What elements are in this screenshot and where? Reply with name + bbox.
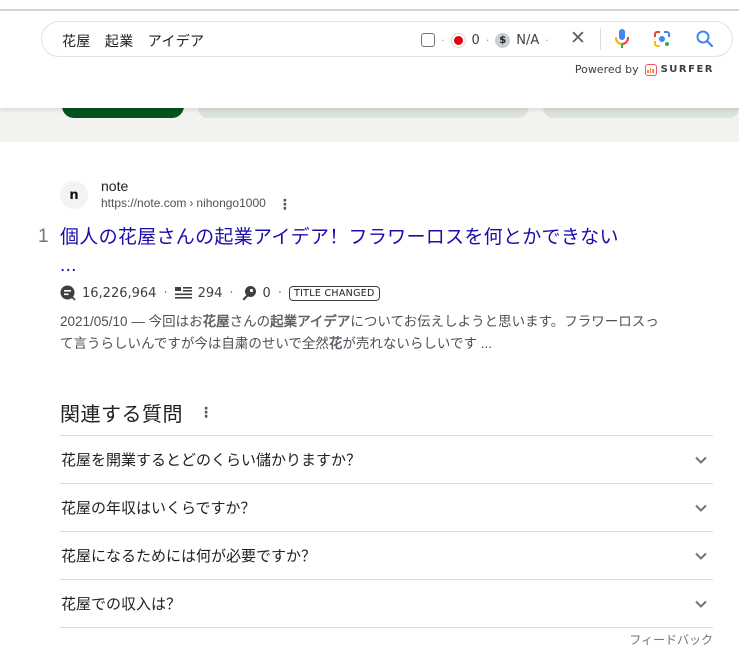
cpc-value: N/A xyxy=(516,32,540,48)
related-questions: 関連する質問 ⋮ 花屋を開業するとどのくらい儲かりますか？ 花屋の年収はいくらで… xyxy=(60,398,713,652)
more-options-icon[interactable]: ⋮ xyxy=(199,404,213,421)
result-source[interactable]: n note https://note.com › nihongo1000 ⋮ xyxy=(60,178,680,212)
breadcrumb-separator: › xyxy=(189,196,194,210)
separator-dot: · xyxy=(441,33,445,47)
snippet-date: 2021/05/10 xyxy=(60,314,128,329)
dollar-icon: $ xyxy=(495,32,511,48)
result-snippet: 2021/05/10 — 今回はお花屋さんの起業アイデアについてお伝えしようと思… xyxy=(60,311,670,355)
search-icon[interactable] xyxy=(695,29,715,49)
record-count: 0 xyxy=(471,32,480,48)
filter-chip-bar xyxy=(0,102,739,142)
divider xyxy=(600,28,601,50)
chevron-down-icon xyxy=(695,600,707,608)
powered-by-surfer[interactable]: Powered by SURFER xyxy=(575,63,714,76)
result-rank: 1 xyxy=(38,226,49,247)
traffic-value: 16,226,964 xyxy=(82,285,157,301)
checkbox-icon[interactable] xyxy=(421,33,435,47)
lens-icon[interactable] xyxy=(652,29,672,49)
record-icon xyxy=(450,32,466,48)
question-text: 花屋の年収はいくらですか？ xyxy=(61,500,256,517)
word-count-value: 294 xyxy=(197,285,223,301)
chevron-down-icon xyxy=(695,456,707,464)
surfer-brand: SURFER xyxy=(660,64,714,75)
question-item[interactable]: 花屋での収入は？ xyxy=(60,580,713,628)
site-favicon: n xyxy=(60,181,88,209)
snippet-dash: — xyxy=(127,314,149,329)
snippet-text: 今回はお花屋さんの起業アイデアについてお伝えしようと思います。フラワーロスって言… xyxy=(60,314,659,351)
chevron-down-icon xyxy=(695,552,707,560)
question-item[interactable]: 花屋を開業するとどのくらい儲かりますか？ xyxy=(60,436,713,484)
chevron-down-icon xyxy=(695,504,707,512)
site-name: note xyxy=(101,178,129,194)
traffic-icon xyxy=(60,285,76,301)
site-url: https://note.com › nihongo1000 ⋮ xyxy=(101,195,292,212)
result-title-line1: 個人の花屋さんの起業アイデア！フラワーロスを何とかできない xyxy=(60,227,619,248)
search-result: n note https://note.com › nihongo1000 ⋮ … xyxy=(38,178,680,351)
question-text: 花屋になるためには何が必要ですか？ xyxy=(61,548,317,565)
url-host: https://note.com xyxy=(101,196,187,210)
word-count-icon xyxy=(174,287,192,299)
question-text: 花屋を開業するとどのくらい儲かりますか？ xyxy=(61,452,362,469)
question-text: 花屋での収入は？ xyxy=(61,596,182,613)
result-title-link[interactable]: 個人の花屋さんの起業アイデア！フラワーロスを何とかできない ... xyxy=(60,224,660,280)
url-path: nihongo1000 xyxy=(196,196,266,210)
surfer-logo-icon xyxy=(644,63,657,76)
keyword-value: 0 xyxy=(262,285,271,301)
question-item[interactable]: 花屋になるためには何が必要ですか？ xyxy=(60,532,713,580)
result-title-line2: ... xyxy=(60,255,77,276)
close-icon[interactable]: ✕ xyxy=(570,28,586,48)
powered-by-label: Powered by xyxy=(574,63,639,76)
title-changed-badge: TITLE CHANGED xyxy=(288,285,380,301)
search-input[interactable]: 花屋 起業 アイデア xyxy=(62,31,204,51)
related-questions-title: 関連する質問 xyxy=(60,403,183,426)
surfer-extension-bar: · 0 · $ N/A · xyxy=(421,30,555,50)
separator-dot: · xyxy=(229,285,234,301)
separator-dot: · xyxy=(545,33,549,47)
separator-dot: · xyxy=(163,285,168,301)
separator-dot: · xyxy=(485,33,490,47)
search-header: 花屋 起業 アイデア · 0 · $ N/A · ✕ Powered by SU… xyxy=(0,11,739,108)
keyword-icon xyxy=(242,286,256,301)
more-options-icon[interactable]: ⋮ xyxy=(278,197,292,211)
feedback-link[interactable]: フィードバック xyxy=(617,631,713,648)
question-item[interactable]: 花屋の年収はいくらですか？ xyxy=(60,484,713,532)
seo-metrics: 16,226,964 · 294 · 0 · TITLE CHANGED xyxy=(60,285,380,301)
microphone-icon[interactable] xyxy=(614,28,630,50)
search-box[interactable]: 花屋 起業 アイデア · 0 · $ N/A · ✕ xyxy=(41,21,733,57)
separator-dot: · xyxy=(277,285,282,301)
